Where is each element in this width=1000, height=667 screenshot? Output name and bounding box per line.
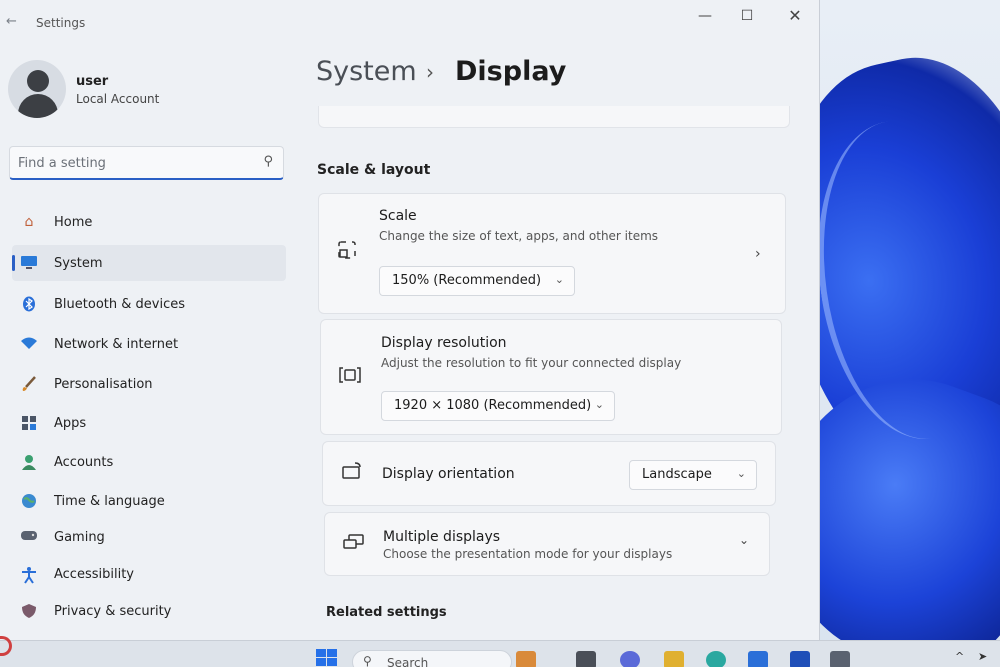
- widget-icon[interactable]: [516, 651, 536, 667]
- apps-icon: [20, 415, 38, 431]
- display-orientation-value: Landscape: [642, 467, 712, 482]
- settings-window: ← Settings — ☐ ✕ user Local Account ⚲ ⌂ …: [0, 0, 820, 640]
- app-title: Settings: [36, 16, 86, 30]
- multiple-displays-title: Multiple displays: [383, 529, 501, 545]
- tray-location-icon[interactable]: ➤: [978, 650, 987, 663]
- search-box[interactable]: ⚲: [9, 146, 284, 180]
- scale-value: 150% (Recommended): [392, 273, 542, 288]
- display-resolution-dropdown[interactable]: 1920 × 1080 (Recommended) ⌄: [381, 391, 615, 421]
- search-icon[interactable]: ⚲: [263, 154, 273, 169]
- chat-app-icon[interactable]: [620, 651, 640, 667]
- edge-browser-icon[interactable]: [706, 651, 726, 667]
- sidebar-item-label: Apps: [54, 416, 87, 431]
- sidebar-item-system[interactable]: System: [12, 245, 286, 281]
- scale-title: Scale: [379, 208, 417, 224]
- globe-icon: [20, 493, 38, 509]
- sidebar-item-label: Accessibility: [54, 567, 134, 582]
- sidebar-item-label: System: [54, 256, 103, 271]
- breadcrumb-separator: ›: [426, 60, 434, 84]
- avatar-body-shape: [18, 94, 58, 118]
- scale-dropdown[interactable]: 150% (Recommended) ⌄: [379, 266, 575, 296]
- word-app-icon[interactable]: [790, 651, 810, 667]
- page-title: Display: [455, 56, 567, 87]
- chevron-down-icon[interactable]: ⌄: [739, 533, 749, 547]
- avatar-head-shape: [27, 70, 49, 92]
- sidebar-item-time-language[interactable]: Time & language: [12, 483, 286, 519]
- display-resolution-title: Display resolution: [381, 335, 507, 351]
- sidebar-item-network[interactable]: Network & internet: [12, 326, 286, 362]
- gamepad-icon: [20, 529, 38, 545]
- scale-description: Change the size of text, apps, and other…: [379, 229, 659, 243]
- active-indicator: [12, 255, 15, 271]
- display-resolution-card: Display resolution Adjust the resolution…: [320, 319, 782, 435]
- display-resolution-description: Adjust the resolution to fit your connec…: [381, 356, 682, 370]
- display-orientation-title: Display orientation: [382, 466, 515, 482]
- minimize-button[interactable]: —: [690, 6, 720, 26]
- display-orientation-dropdown[interactable]: Landscape ⌄: [629, 460, 757, 490]
- back-arrow-icon[interactable]: ←: [6, 14, 17, 29]
- sidebar-item-personalisation[interactable]: Personalisation: [12, 366, 286, 402]
- sidebar-item-label: Accounts: [54, 455, 114, 470]
- sidebar-item-accounts[interactable]: Accounts: [12, 444, 286, 480]
- sidebar-item-label: Time & language: [54, 494, 165, 509]
- sidebar-item-home[interactable]: ⌂ Home: [12, 204, 286, 240]
- resolution-icon: [339, 366, 361, 388]
- sidebar-item-label: Privacy & security: [54, 604, 172, 619]
- shield-icon: [20, 603, 38, 619]
- display-resolution-value: 1920 × 1080 (Recommended): [394, 398, 592, 413]
- sidebar-item-apps[interactable]: Apps: [12, 405, 286, 441]
- sidebar-item-gaming[interactable]: Gaming: [12, 519, 286, 555]
- accessibility-icon: [20, 566, 38, 584]
- scale-card[interactable]: Scale Change the size of text, apps, and…: [318, 193, 786, 314]
- breadcrumb-root[interactable]: System: [316, 56, 417, 87]
- person-icon: [20, 454, 38, 470]
- section-title-scale-layout: Scale & layout: [317, 162, 431, 178]
- sidebar-item-label: Home: [54, 215, 93, 230]
- brush-icon: [20, 376, 38, 392]
- close-button[interactable]: ✕: [780, 6, 810, 26]
- taskbar: ⚲ Search ^ ➤: [0, 640, 1000, 667]
- file-explorer-icon[interactable]: [664, 651, 684, 667]
- scale-icon: [337, 240, 357, 264]
- multiple-displays-icon: [343, 533, 365, 555]
- start-button[interactable]: [316, 649, 338, 667]
- chevron-down-icon: ⌄: [554, 273, 564, 286]
- tray-chevron-up-icon[interactable]: ^: [955, 650, 964, 663]
- settings-gear-icon[interactable]: [830, 651, 850, 667]
- home-icon: ⌂: [24, 214, 34, 230]
- section-title-related-settings: Related settings: [326, 605, 447, 620]
- store-icon[interactable]: [748, 651, 768, 667]
- sidebar-item-accessibility[interactable]: Accessibility: [12, 556, 286, 592]
- maximize-button[interactable]: ☐: [732, 6, 762, 26]
- profile-name: user: [76, 74, 109, 89]
- wifi-icon: [20, 336, 38, 352]
- sidebar-item-label: Bluetooth & devices: [54, 297, 185, 312]
- bluetooth-icon: [20, 296, 38, 312]
- sidebar-item-privacy-security[interactable]: Privacy & security: [12, 593, 286, 629]
- sidebar-item-label: Personalisation: [54, 377, 153, 392]
- multiple-displays-description: Choose the presentation mode for your di…: [383, 547, 673, 561]
- sidebar-item-bluetooth[interactable]: Bluetooth & devices: [12, 286, 286, 322]
- chevron-down-icon: ⌄: [594, 398, 604, 411]
- display-orientation-card: Display orientation Landscape ⌄: [322, 441, 776, 506]
- sidebar-item-label: Network & internet: [54, 337, 179, 352]
- sidebar-item-label: Gaming: [54, 530, 105, 545]
- avatar[interactable]: [8, 60, 66, 118]
- title-bar: ← Settings — ☐ ✕: [0, 0, 819, 46]
- search-input[interactable]: [18, 153, 248, 173]
- monitor-icon: [20, 255, 38, 271]
- chevron-right-icon[interactable]: ›: [755, 246, 761, 262]
- taskbar-search-label: Search: [387, 656, 429, 667]
- multiple-displays-card[interactable]: Multiple displays Choose the presentatio…: [324, 512, 770, 576]
- orientation-icon: [341, 462, 363, 484]
- chevron-down-icon: ⌄: [736, 467, 746, 480]
- task-view-icon[interactable]: [576, 651, 596, 667]
- taskbar-search[interactable]: ⚲ Search: [352, 650, 512, 667]
- profile-account-type: Local Account: [76, 92, 160, 106]
- search-icon: ⚲: [363, 654, 372, 667]
- previous-card-edge: [318, 106, 790, 128]
